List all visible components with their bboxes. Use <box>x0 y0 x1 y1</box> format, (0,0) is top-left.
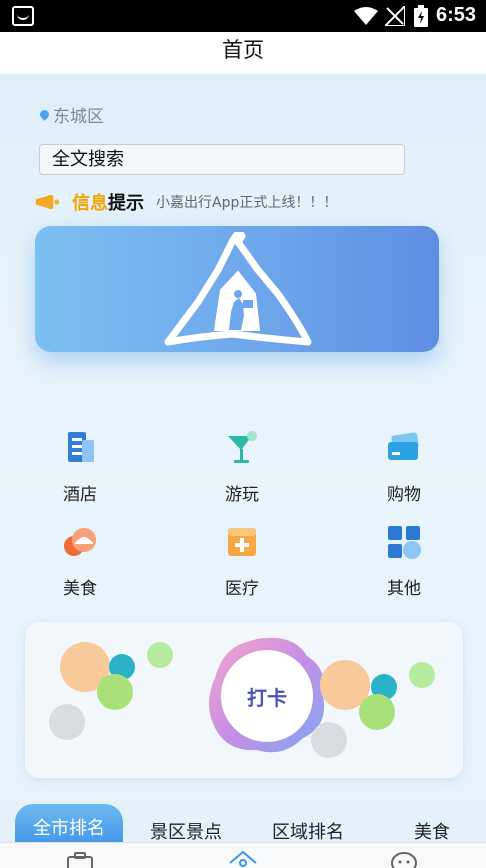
tab-area-ranking[interactable]: 区域排名 <box>272 818 344 844</box>
ranking-tabs: 全市排名 景区景点 区域排名 美食 <box>0 800 486 848</box>
category-label: 医疗 <box>225 579 259 599</box>
category-shopping[interactable]: 购物 <box>354 430 454 505</box>
tab-scenic-spots[interactable]: 景区景点 <box>150 818 222 844</box>
bag-icon[interactable] <box>66 851 94 868</box>
category-medical[interactable]: 医疗 <box>192 524 292 599</box>
checkin-label: 打卡 <box>221 650 313 742</box>
category-other[interactable]: 其他 <box>354 524 454 599</box>
category-hotel[interactable]: 酒店 <box>30 430 130 505</box>
signal-icon <box>385 6 405 26</box>
decor-bubble <box>147 642 173 668</box>
title-bar: 首页 <box>0 32 486 74</box>
notification-app-icon <box>12 6 34 26</box>
decor-bubble <box>97 674 133 710</box>
checkin-card: 打卡 <box>25 622 463 778</box>
decor-bubble <box>409 662 435 688</box>
grid-icon <box>388 526 421 559</box>
location-selector[interactable]: 东城区 <box>38 102 104 127</box>
hotel-icon <box>68 432 94 462</box>
card-icon <box>388 432 419 460</box>
status-time: 6:53 <box>435 4 476 26</box>
decor-bubble <box>359 694 395 730</box>
bottom-nav <box>0 842 486 868</box>
page-title: 首页 <box>222 38 264 62</box>
decor-bubble <box>49 704 85 740</box>
battery-icon <box>414 5 428 27</box>
medical-icon <box>228 528 256 556</box>
home-icon[interactable] <box>228 851 258 868</box>
category-label: 游玩 <box>225 485 259 505</box>
category-label: 其他 <box>387 579 421 599</box>
status-bar: 6:53 <box>0 0 486 32</box>
cocktail-icon <box>228 431 257 463</box>
notice-label-info: 信息 <box>72 193 108 214</box>
notice-label-tip: 提示 <box>108 193 144 214</box>
location-label: 东城区 <box>53 107 104 127</box>
food-icon <box>64 528 96 556</box>
category-label: 美食 <box>63 579 97 599</box>
tab-food[interactable]: 美食 <box>414 818 450 844</box>
notice-message: 小嘉出行App正式上线！！！ <box>156 195 338 211</box>
chat-icon[interactable] <box>390 851 418 868</box>
megaphone-icon <box>35 195 60 209</box>
wifi-icon <box>354 7 378 25</box>
category-label: 酒店 <box>63 485 97 505</box>
search-input[interactable]: 全文搜索 <box>39 144 405 175</box>
notice-bar: 信息 提示 小嘉出行App正式上线！！！ <box>34 188 337 216</box>
category-label: 购物 <box>387 485 421 505</box>
decor-bubble <box>311 722 347 758</box>
category-food[interactable]: 美食 <box>30 524 130 599</box>
category-play[interactable]: 游玩 <box>192 430 292 505</box>
location-pin-icon <box>38 108 51 121</box>
tent-logo-icon <box>164 232 312 346</box>
banner[interactable] <box>35 226 439 352</box>
